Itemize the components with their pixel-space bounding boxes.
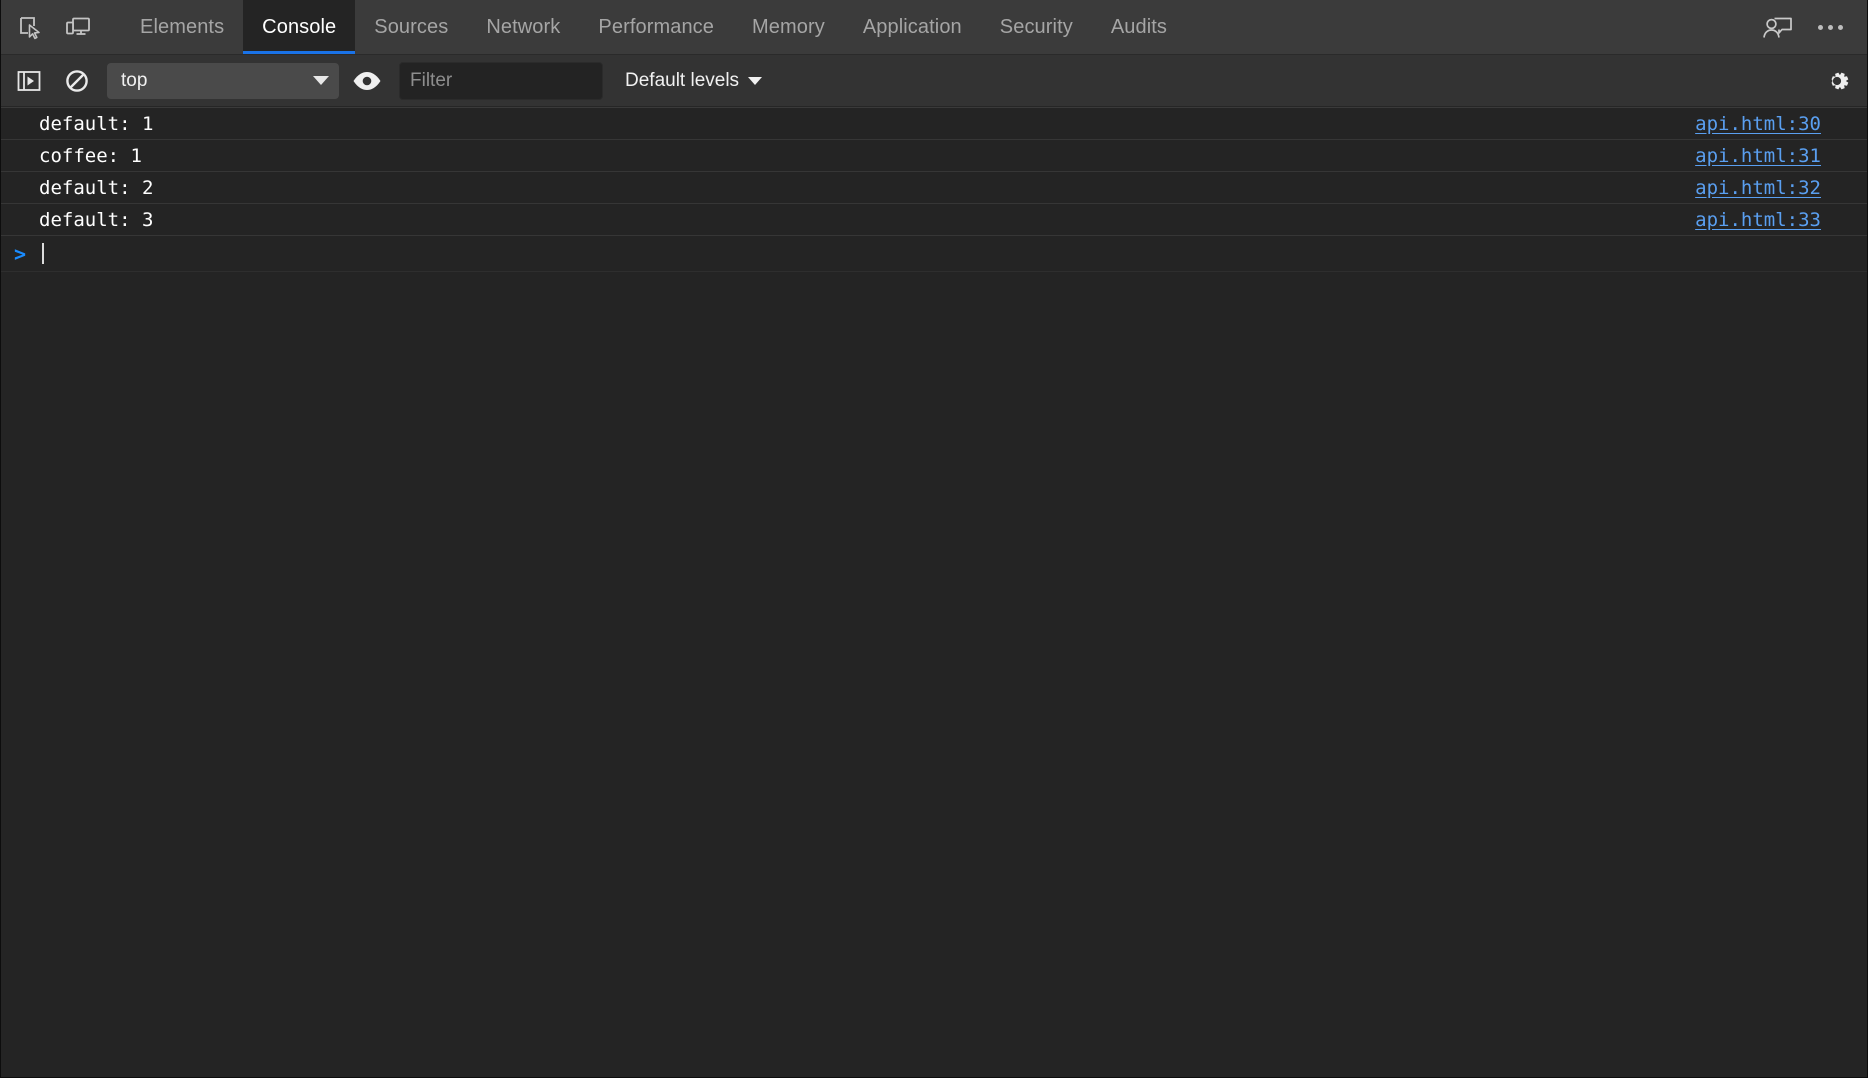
live-expression-eye-icon[interactable] — [347, 62, 387, 100]
feedback-icon[interactable] — [1757, 6, 1799, 48]
tabbar-right-icons — [1757, 0, 1867, 54]
text-cursor — [42, 243, 44, 264]
tab-label: Application — [863, 16, 962, 39]
tab-elements[interactable]: Elements — [121, 0, 243, 54]
console-toolbar: top Default levels — [1, 55, 1867, 107]
tab-console[interactable]: Console — [243, 0, 355, 54]
tab-label: Memory — [752, 16, 825, 39]
console-toolbar-right — [1817, 62, 1857, 100]
tab-label: Elements — [140, 16, 224, 39]
prompt-chevron-icon: > — [14, 242, 40, 266]
tab-label: Audits — [1111, 16, 1167, 39]
log-levels-label: Default levels — [625, 70, 739, 92]
tab-memory[interactable]: Memory — [733, 0, 844, 54]
tab-performance[interactable]: Performance — [579, 0, 733, 54]
execution-context-value: top — [121, 70, 147, 92]
console-message-list: default: 1 api.html:30 coffee: 1 api.htm… — [1, 107, 1867, 1077]
tab-security[interactable]: Security — [981, 0, 1092, 54]
execution-context-select[interactable]: top — [107, 63, 339, 99]
filter-input[interactable] — [410, 70, 592, 92]
console-message-source-link[interactable]: api.html:31 — [1695, 145, 1821, 167]
console-message-row[interactable]: default: 2 api.html:32 — [1, 172, 1867, 204]
chevron-down-icon — [748, 77, 762, 85]
console-message-row[interactable]: default: 1 api.html:30 — [1, 108, 1867, 140]
console-message-text: default: 3 — [39, 209, 153, 231]
tab-label: Sources — [374, 16, 448, 39]
tab-network[interactable]: Network — [467, 0, 579, 54]
panel-tabs: Elements Console Sources Network Perform… — [121, 0, 1186, 54]
tab-application[interactable]: Application — [844, 0, 981, 54]
tabbar-left-icons — [1, 0, 99, 54]
tab-label: Performance — [598, 16, 714, 39]
console-message-row[interactable]: default: 3 api.html:33 — [1, 204, 1867, 236]
sidebar-toggle-icon[interactable] — [9, 62, 49, 100]
tab-label: Network — [486, 16, 560, 39]
log-levels-dropdown[interactable]: Default levels — [621, 70, 766, 92]
device-toolbar-icon[interactable] — [57, 6, 99, 48]
tab-label: Console — [262, 16, 336, 39]
console-message-source-link[interactable]: api.html:33 — [1695, 209, 1821, 231]
devtools-window: Elements Console Sources Network Perform… — [0, 0, 1868, 1078]
console-message-source-link[interactable]: api.html:30 — [1695, 113, 1821, 135]
clear-console-icon[interactable] — [57, 62, 97, 100]
settings-gear-icon[interactable] — [1817, 62, 1857, 100]
console-message-text: default: 2 — [39, 177, 153, 199]
console-prompt-row[interactable]: > — [1, 236, 1867, 272]
tab-label: Security — [1000, 16, 1073, 39]
console-message-row[interactable]: coffee: 1 api.html:31 — [1, 140, 1867, 172]
filter-input-wrapper[interactable] — [399, 62, 603, 100]
tab-audits[interactable]: Audits — [1092, 0, 1186, 54]
more-options-icon[interactable] — [1809, 25, 1851, 30]
console-message-source-link[interactable]: api.html:32 — [1695, 177, 1821, 199]
tab-sources[interactable]: Sources — [355, 0, 467, 54]
chevron-down-icon — [313, 76, 329, 85]
devtools-tabbar: Elements Console Sources Network Perform… — [1, 0, 1867, 55]
inspect-element-icon[interactable] — [9, 6, 51, 48]
console-message-text: default: 1 — [39, 113, 153, 135]
console-message-text: coffee: 1 — [39, 145, 142, 167]
